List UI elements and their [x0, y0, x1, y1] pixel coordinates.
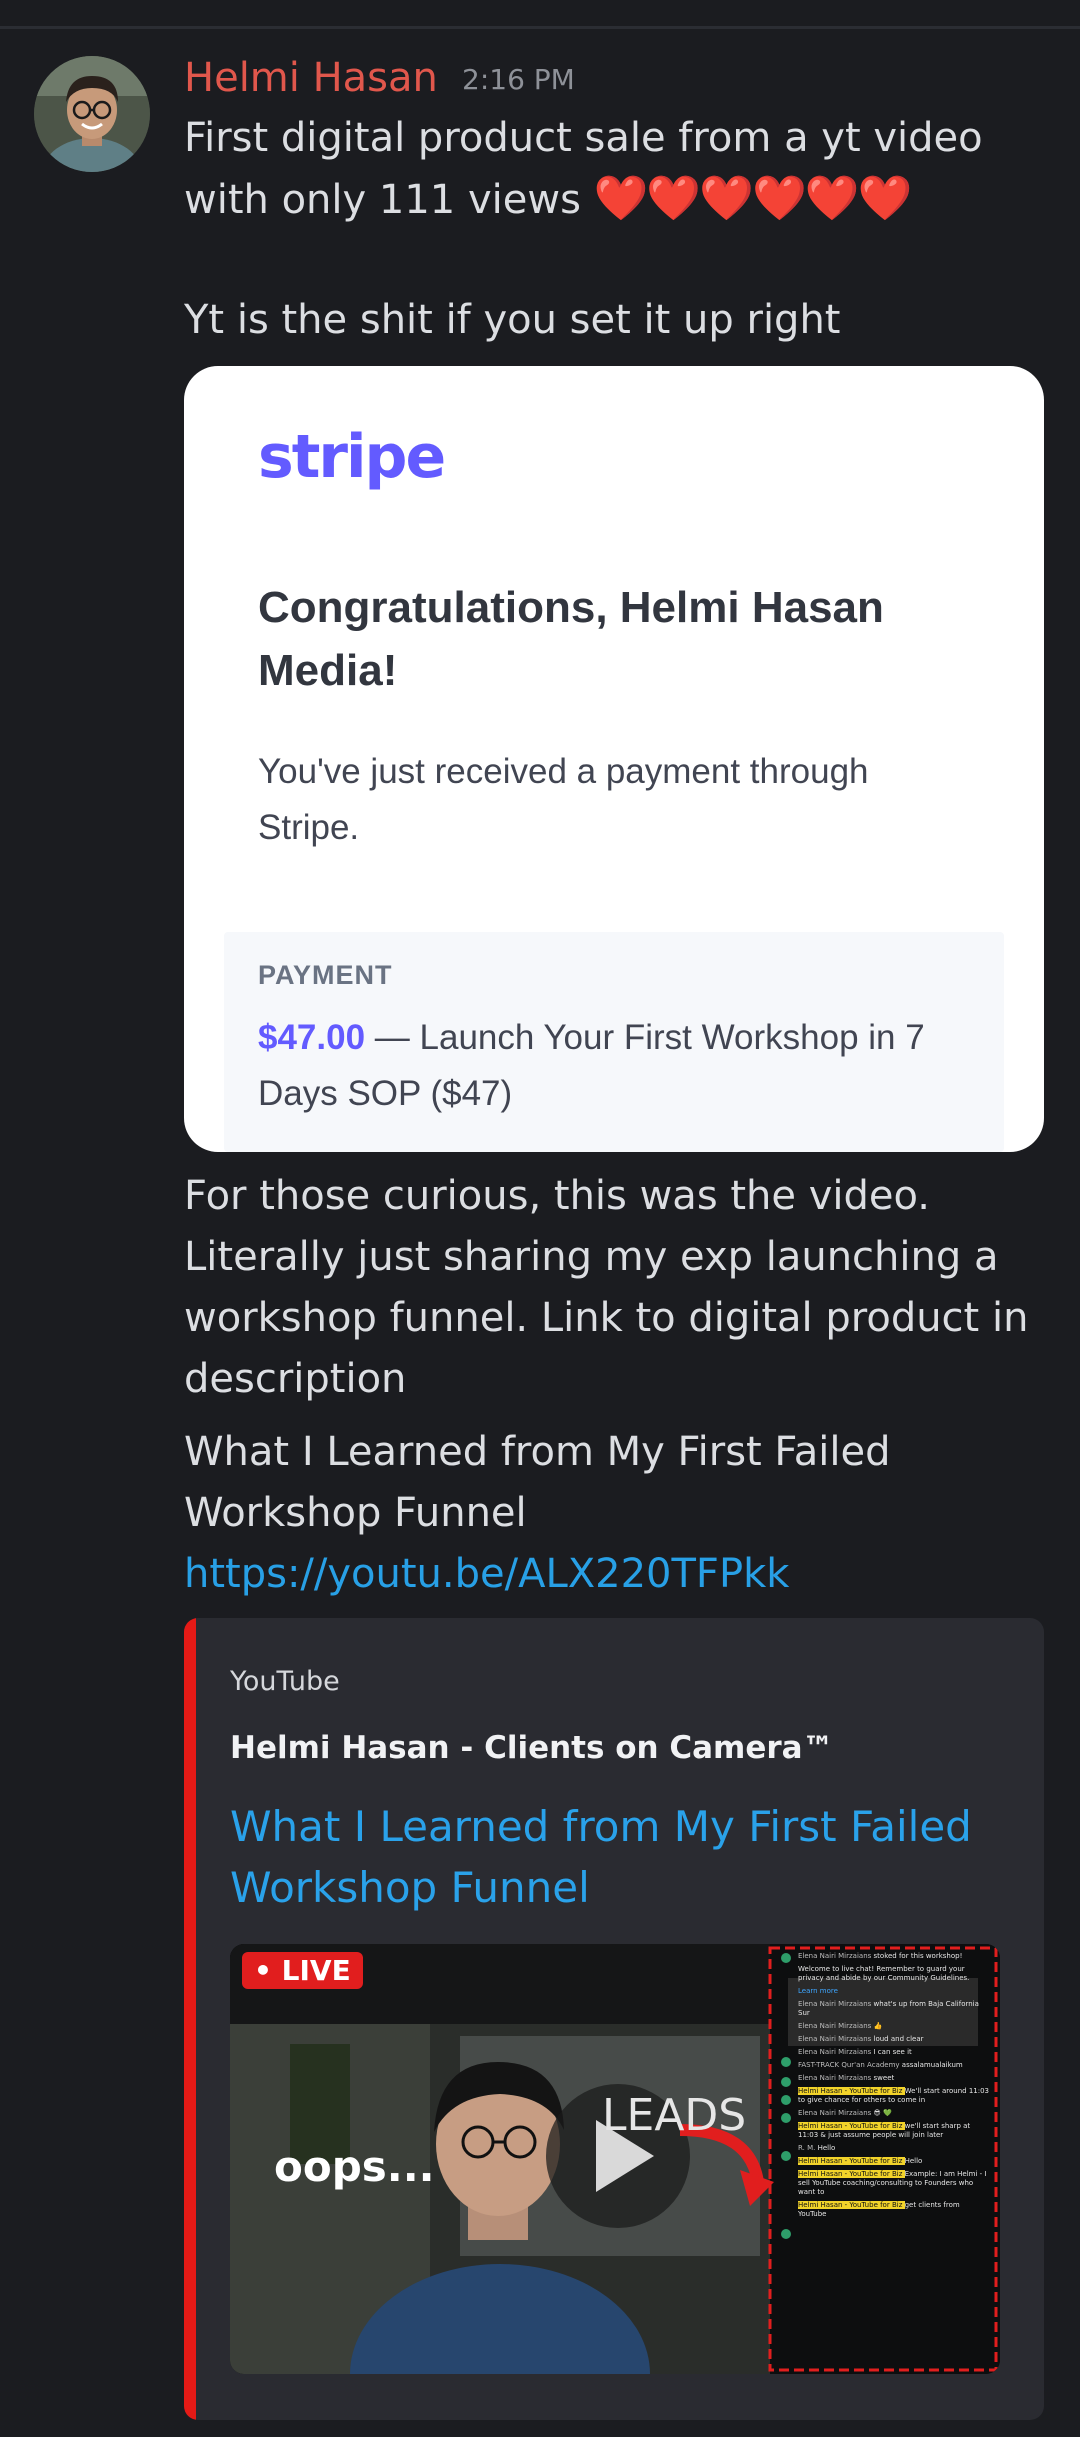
stripe-body-text: You've just received a payment through S… [258, 752, 869, 847]
embed-accent-bar [184, 1618, 196, 2420]
message-text: with only 111 views [184, 177, 581, 223]
chat-text: sweet [873, 2074, 895, 2082]
payment-box: PAYMENT $47.00 — Launch Your First Works… [224, 932, 1004, 1152]
chat-list: Elena Nairi Mirzaians stoked for this wo… [798, 1952, 990, 2219]
live-badge: • LIVE [242, 1952, 363, 1989]
chat-message: Elena Nairi Mirzaians stoked for this wo… [798, 1952, 990, 1961]
chat-author: Elena Nairi Mirzaians [798, 1952, 874, 1960]
chat-text: Hello [904, 2157, 923, 2165]
thumbnail-overlay-text: oops... [274, 2142, 435, 2191]
embed-author[interactable]: Helmi Hasan - Clients on Camera™ [230, 1730, 834, 1766]
message-line: Yt is the shit if you set it up right [184, 297, 841, 343]
chat-author: Helmi Hasan - YouTube for Biz [798, 2170, 905, 2178]
chat-text: assalamualaikum [901, 2061, 963, 2069]
chat-author: Elena Nairi Mirzaians [798, 2022, 874, 2030]
chat-author: Elena Nairi Mirzaians [798, 2048, 874, 2056]
username[interactable]: Helmi Hasan [184, 52, 438, 104]
payment-amount: $47.00 [258, 1018, 366, 1057]
live-chat-panel: Elena Nairi Mirzaians stoked for this wo… [798, 1952, 990, 2370]
message-line: Literally just sharing my exp launching … [184, 1234, 999, 1280]
message-line: description [184, 1356, 407, 1402]
payment-detail: $47.00 — Launch Your First Workshop in 7… [258, 1010, 978, 1122]
youtube-embed: YouTube Helmi Hasan - Clients on Camera™… [184, 1618, 1044, 2420]
chat-text: 😎 💚 [873, 2109, 892, 2117]
chat-message: Helmi Hasan - YouTube for Biz we'll star… [798, 2122, 990, 2140]
stripe-logo: stripe [258, 422, 446, 492]
heart-emoji-row: ❤️❤️❤️❤️❤️❤️ [593, 173, 913, 224]
chat-message: Elena Nairi Mirzaians loud and clear [798, 2035, 990, 2044]
chat-author: Elena Nairi Mirzaians [798, 2074, 874, 2082]
chat-author: Helmi Hasan - YouTube for Biz [798, 2157, 905, 2165]
message-line: Workshop Funnel [184, 1490, 527, 1536]
chat-message: Helmi Hasan - YouTube for Biz get client… [798, 2201, 990, 2219]
video-thumbnail[interactable]: • LIVE oops... LEADS Elena Nairi Mirzaia… [230, 1944, 1000, 2374]
chat-message: Elena Nairi Mirzaians I can see it [798, 2048, 990, 2057]
chat-author: Elena Nairi Mirzaians [798, 2035, 874, 2043]
chat-text: I can see it [873, 2048, 912, 2056]
chat-author: Helmi Hasan - YouTube for Biz [798, 2087, 905, 2095]
chat-text: stoked for this workshop! [873, 1952, 963, 1960]
thumbnail-overlay-text: LEADS [602, 2090, 747, 2141]
embed-provider[interactable]: YouTube [230, 1666, 340, 1697]
message-line: First digital product sale from a yt vid… [184, 115, 983, 161]
stripe-title: Congratulations, Helmi Hasan Media! [258, 583, 884, 695]
chat-text: Learn more [798, 1987, 838, 1995]
avatar-image [34, 56, 150, 172]
chat-message: R. M. Hello [798, 2144, 990, 2153]
divider [0, 26, 1080, 29]
avatar[interactable] [34, 56, 150, 172]
chat-message: Helmi Hasan - YouTube for Biz Hello [798, 2157, 990, 2166]
chat-message: Helmi Hasan - YouTube for Biz Example: I… [798, 2170, 990, 2197]
payment-label: PAYMENT [258, 960, 393, 990]
youtube-link[interactable]: https://youtu.be/ALX220TFPkk [184, 1544, 1044, 1605]
message-line: with only 111 views ❤️❤️❤️❤️❤️❤️ [184, 168, 1044, 231]
chat-author: Helmi Hasan - YouTube for Biz [798, 2122, 905, 2130]
chat-text: Welcome to live chat! Remember to guard … [798, 1965, 970, 1982]
chat-message: Elena Nairi Mirzaians what's up from Baj… [798, 2000, 990, 2018]
chat-message: Elena Nairi Mirzaians 👍 [798, 2022, 990, 2031]
chat-message: FAST-TRACK Qur'an Academy assalamualaiku… [798, 2061, 990, 2070]
chat-author: FAST-TRACK Qur'an Academy [798, 2061, 902, 2069]
chat-message: Welcome to live chat! Remember to guard … [798, 1965, 990, 1983]
message-line: What I Learned from My First Failed [184, 1429, 891, 1475]
chat-author: Elena Nairi Mirzaians [798, 2000, 874, 2008]
chat-message: Elena Nairi Mirzaians 😎 💚 [798, 2109, 990, 2118]
embed-title-link[interactable]: What I Learned from My First Failed Work… [230, 1796, 1010, 1918]
chat-author: Elena Nairi Mirzaians [798, 2109, 874, 2117]
chat-message: Learn more [798, 1987, 990, 1996]
chat-author: R. M. [798, 2144, 818, 2152]
chat-author: Helmi Hasan - YouTube for Biz [798, 2201, 905, 2209]
message-line: For those curious, this was the video. [184, 1173, 930, 1219]
chat-message: Helmi Hasan - YouTube for Biz We'll star… [798, 2087, 990, 2105]
stripe-payment-image[interactable]: stripe Congratulations, Helmi Hasan Medi… [184, 366, 1044, 1152]
chat-text: Hello [817, 2144, 836, 2152]
chat-text: loud and clear [873, 2035, 924, 2043]
chat-text: 👍 [873, 2022, 883, 2030]
message-line: workshop funnel. Link to digital product… [184, 1295, 1029, 1341]
chat-message: Elena Nairi Mirzaians sweet [798, 2074, 990, 2083]
timestamp[interactable]: 2:16 PM [462, 62, 575, 98]
